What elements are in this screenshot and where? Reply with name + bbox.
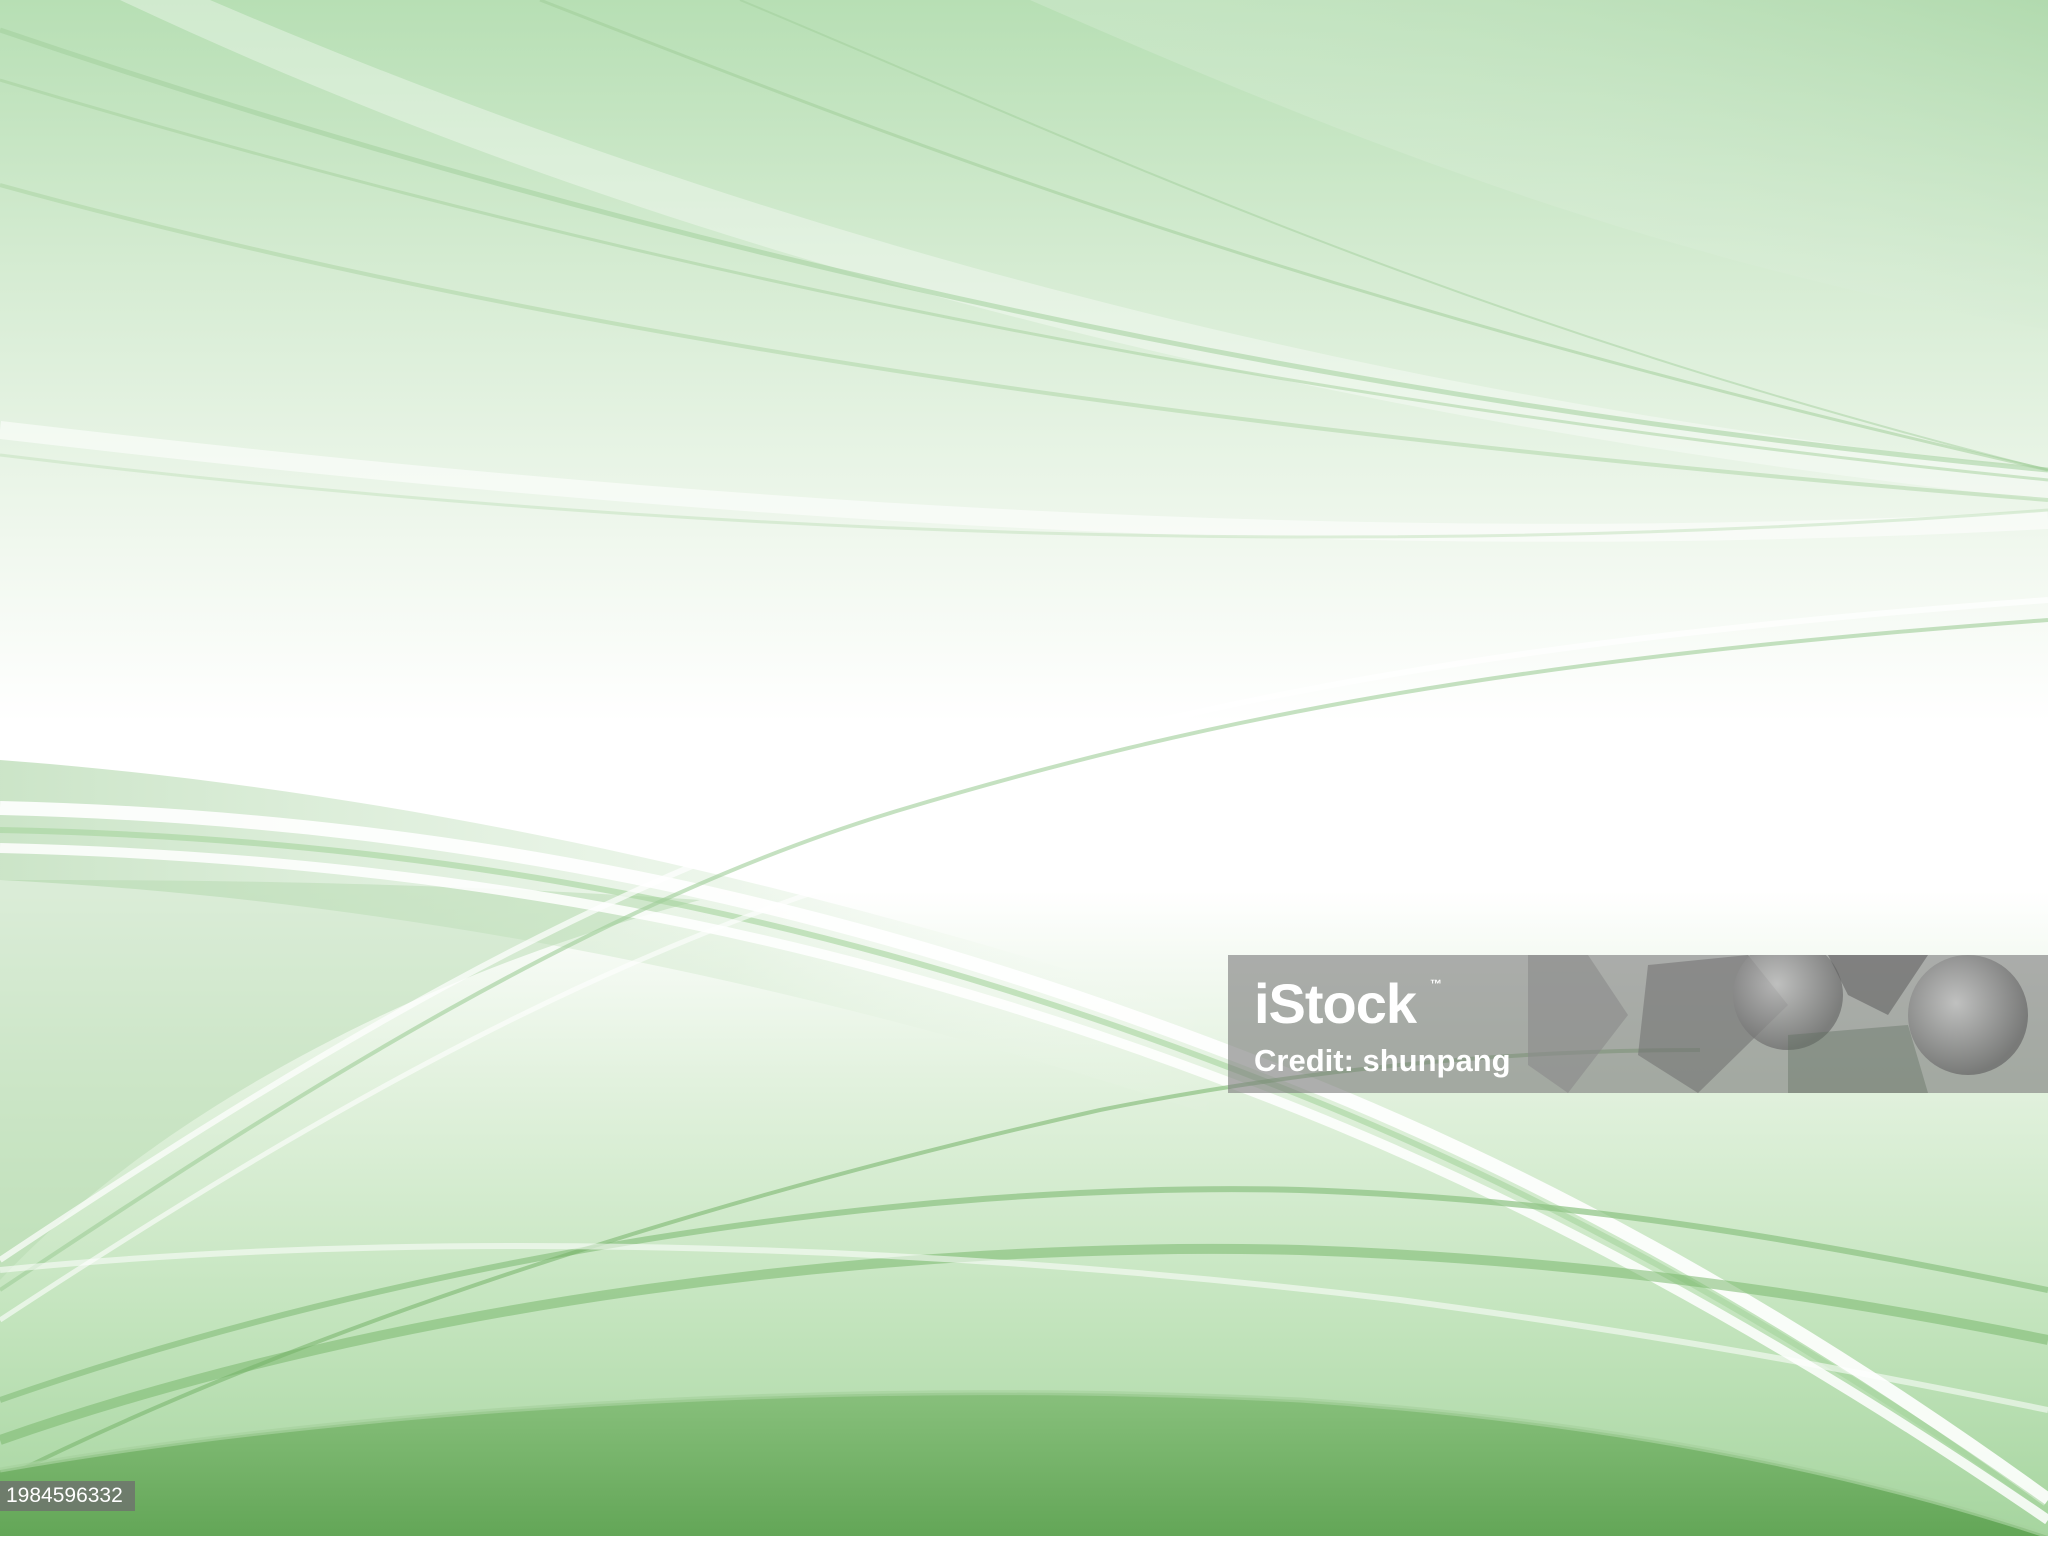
istock-logo: iStock [1254, 972, 1417, 1035]
image-id-label: 1984596332 [0, 1481, 135, 1511]
background-artwork: iStock ™ Credit: shunpang 1984596332 [0, 0, 2048, 1539]
istock-watermark: iStock ™ Credit: shunpang [1228, 955, 2048, 1093]
trademark-symbol: ™ [1430, 977, 1442, 991]
credit-text: Credit: shunpang [1254, 1043, 1511, 1078]
green-wave-graphic [0, 0, 2048, 1539]
